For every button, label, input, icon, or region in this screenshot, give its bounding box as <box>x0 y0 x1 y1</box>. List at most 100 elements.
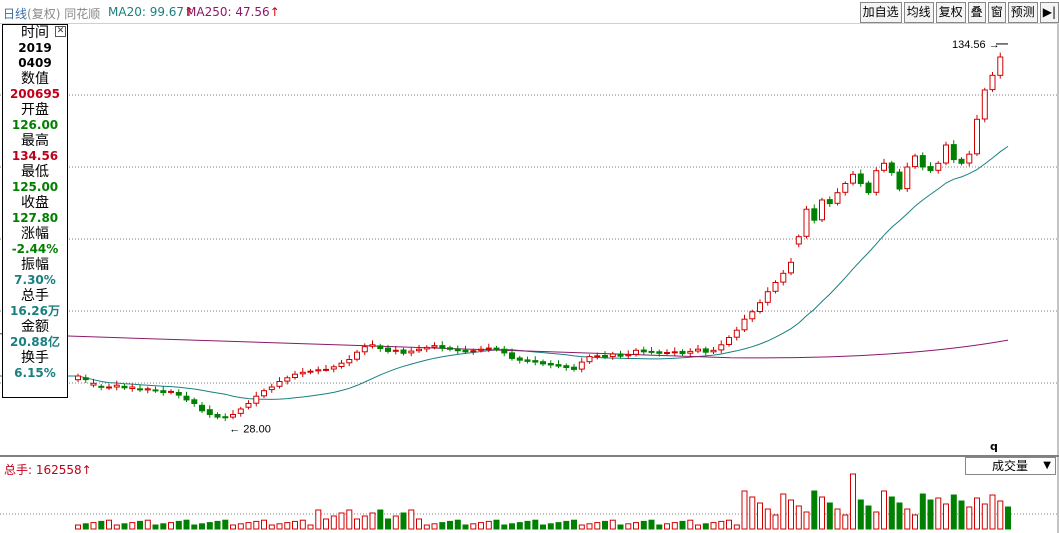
up-candle <box>323 368 329 371</box>
up-candle <box>881 162 887 171</box>
period-title[interactable]: 日线(复权) 同花顺 <box>3 5 100 22</box>
close-icon[interactable]: ✕ <box>55 26 66 37</box>
up-candle <box>633 349 639 355</box>
down-candle <box>927 166 934 172</box>
volume-bar-down <box>640 520 647 530</box>
volume-bar-down <box>826 502 833 530</box>
volume-bar-up <box>625 523 632 530</box>
down-candle <box>648 350 655 353</box>
down-candle <box>865 182 872 194</box>
chart-toolbar: 加自选 均线 复权 叠 窗 预测 ▶| <box>858 2 1059 23</box>
volume-bar-up <box>292 520 298 530</box>
volume-bar-up <box>408 509 415 530</box>
up-candle <box>718 344 725 351</box>
adjust-price-button[interactable]: 复权 <box>935 2 966 23</box>
close-value: 127.80 <box>11 211 59 225</box>
candlestick-chart[interactable]: 134.56 → ← 28.00 <box>0 24 1059 533</box>
volume-bar-down <box>865 505 872 530</box>
overlay-button[interactable]: 叠 <box>967 2 986 23</box>
volume-bar-up <box>361 515 368 530</box>
down-candle <box>509 352 515 359</box>
up-candle <box>470 350 477 353</box>
down-candle <box>602 355 608 358</box>
volume-bar-up <box>338 512 345 530</box>
up-candle <box>943 144 949 164</box>
volume-bar-up <box>989 494 996 530</box>
volume-bar-down <box>121 523 128 530</box>
up-candle <box>726 337 732 345</box>
jump-to-end-button[interactable]: ▶| <box>1039 2 1059 23</box>
volume-bar-up <box>881 490 887 530</box>
window-button[interactable]: 窗 <box>987 2 1006 23</box>
down-candle <box>206 409 213 416</box>
volume-bar-up <box>741 490 748 530</box>
volume-bar-down <box>175 520 182 530</box>
up-candle <box>392 349 399 352</box>
volume-bar-down <box>82 523 89 530</box>
chart-area[interactable]: 134.56 → ← 28.00 <box>0 24 1059 533</box>
volume-bar-up <box>284 522 291 530</box>
up-candle <box>129 386 136 389</box>
volume-bar-up <box>850 473 856 530</box>
adjust-label: (复权) <box>27 7 61 21</box>
down-candle <box>454 348 461 352</box>
down-candle <box>214 414 221 418</box>
volume-bar-up <box>253 520 260 530</box>
down-candle <box>183 395 190 401</box>
chart-marker: q <box>990 440 998 453</box>
add-watchlist-button[interactable]: 加自选 <box>859 2 902 23</box>
high-label: 最高 <box>21 133 49 149</box>
down-candle <box>640 349 647 353</box>
up-candle <box>780 272 787 283</box>
down-candle <box>540 361 546 365</box>
ma250-up-arrow-icon: ↑ <box>269 5 280 19</box>
volume-bar-down <box>439 522 446 530</box>
volume-bar-down <box>540 524 546 530</box>
open-label: 开盘 <box>21 102 49 118</box>
volume-value: 16.26万 <box>10 304 60 318</box>
up-candle <box>795 236 802 245</box>
volume-bar-up <box>764 508 771 530</box>
indicator-select[interactable]: 成交量 ▼ <box>965 457 1056 475</box>
max-price-label: 134.56 → <box>952 39 1000 51</box>
amplitude-label: 振幅 <box>21 257 49 273</box>
volume-bar-down <box>137 520 143 530</box>
up-candle <box>850 173 856 184</box>
volume-bar-up <box>315 509 322 530</box>
up-candle <box>113 384 120 388</box>
indicator-select-value: 成交量 <box>992 459 1029 473</box>
volume-bar-up <box>168 522 174 530</box>
down-candle <box>82 377 89 381</box>
down-candle <box>152 389 159 392</box>
up-candle <box>253 395 260 404</box>
down-candle <box>385 347 391 352</box>
up-candle <box>788 261 794 274</box>
down-candle <box>501 348 508 354</box>
volume-bar-up <box>578 524 585 530</box>
volume-bar-up <box>431 523 438 530</box>
volume-bar-down <box>501 524 508 530</box>
up-candle <box>695 348 701 352</box>
down-candle <box>377 345 384 349</box>
volume-bar-up <box>75 524 81 530</box>
forecast-button[interactable]: 预测 <box>1007 2 1038 23</box>
up-candle <box>989 74 996 91</box>
up-candle <box>237 408 244 414</box>
volume-bar-up <box>323 518 329 530</box>
change-value: -2.44% <box>11 242 59 256</box>
volume-bar-up <box>912 514 918 530</box>
volume-bar-down <box>811 490 818 530</box>
volume-bar-up <box>974 497 980 530</box>
volume-bar-up <box>129 522 136 530</box>
up-candle <box>416 348 422 352</box>
down-candle <box>919 155 926 168</box>
volume-bar-up <box>485 520 492 530</box>
amount-value: 20.88亿 <box>10 335 60 349</box>
volume-bar-down <box>454 519 461 530</box>
quote-info-panel: ✕ 时间 2019 0409 数值 200695 开盘 126.00 最高 13… <box>2 24 68 398</box>
moving-average-button[interactable]: 均线 <box>903 2 934 23</box>
up-candle <box>485 347 492 350</box>
volume-bar-up <box>594 522 601 530</box>
volume-bar-down <box>160 523 167 530</box>
volume-bar-down <box>571 519 577 530</box>
